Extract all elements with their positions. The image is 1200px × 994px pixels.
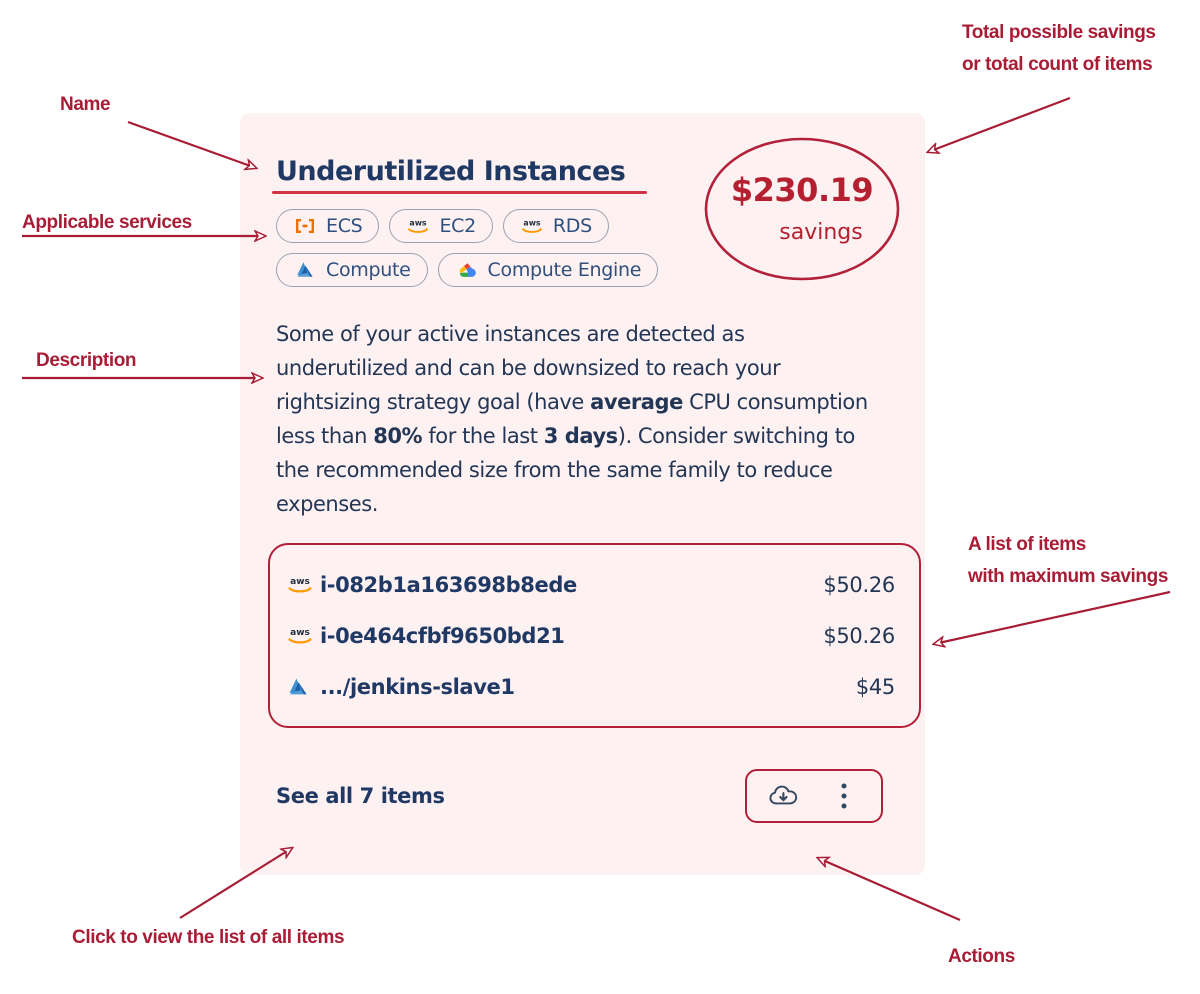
list-item-name: i-0e464cfbf9650bd21	[320, 623, 565, 648]
description-bold-average: average	[590, 390, 683, 414]
page-title-wrap: Underutilized Instances	[272, 156, 648, 194]
service-chip-label: Compute	[326, 259, 411, 281]
svg-text:aws: aws	[290, 628, 310, 638]
service-chip-ec2[interactable]: aws EC2	[389, 209, 493, 243]
description-part-3: for the last	[422, 424, 544, 448]
description-bold-period: 3 days	[543, 424, 618, 448]
annotation-label-total-line2: or total count of items	[962, 54, 1153, 75]
list-item[interactable]: .../jenkins-slave1 $45	[286, 661, 895, 712]
azure-icon	[293, 259, 317, 281]
card-actions	[745, 769, 883, 823]
description-bold-threshold: 80%	[373, 424, 423, 448]
list-item-value: $50.26	[823, 572, 895, 597]
annotation-label-name: Name	[60, 94, 111, 115]
see-all-items-link[interactable]: See all 7 items	[276, 784, 445, 808]
aws-ecs-icon	[293, 215, 317, 237]
list-item-value: $50.26	[823, 623, 895, 648]
savings-amount: $230.19	[730, 171, 874, 209]
items-list: aws i-082b1a163698b8ede $50.26 aws i-0e4…	[268, 543, 921, 728]
actions-border-annotation	[745, 769, 883, 823]
aws-icon: aws	[286, 574, 320, 595]
service-chip-label: EC2	[439, 215, 476, 237]
savings-ellipse-annotation	[704, 137, 900, 281]
service-chip-label: ECS	[326, 215, 363, 237]
google-cloud-icon	[455, 259, 479, 281]
annotation-label-services: Applicable services	[22, 212, 192, 233]
service-chip-label: Compute Engine	[487, 259, 642, 281]
applicable-services: ECS aws EC2 aws RDS Compute Compute Engi…	[276, 209, 746, 287]
list-item-value: $45	[855, 674, 895, 699]
service-chip-compute[interactable]: Compute	[276, 253, 428, 287]
cloud-download-icon[interactable]	[767, 779, 801, 813]
service-chip-compute-engine[interactable]: Compute Engine	[437, 253, 659, 287]
service-chip-label: RDS	[552, 215, 592, 237]
service-chip-ecs[interactable]: ECS	[276, 209, 380, 243]
service-chip-rds[interactable]: aws RDS	[502, 209, 609, 243]
annotation-label-list-line2: with maximum savings	[968, 566, 1169, 587]
azure-icon	[286, 676, 320, 698]
annotation-label-actions: Actions	[948, 946, 1015, 967]
annotation-label-click: Click to view the list of all items	[72, 927, 345, 948]
title-underline-annotation	[272, 191, 648, 194]
card-footer: See all 7 items	[276, 766, 889, 826]
annotation-label-description: Description	[36, 350, 137, 371]
savings-caption: savings	[779, 220, 863, 245]
list-item[interactable]: aws i-082b1a163698b8ede $50.26	[286, 559, 895, 610]
savings-badge: $230.19 savings	[702, 135, 902, 283]
aws-icon: aws	[406, 215, 430, 237]
page-title: Underutilized Instances	[276, 156, 626, 187]
aws-icon: aws	[520, 215, 544, 237]
svg-text:aws: aws	[410, 219, 428, 228]
list-item-name: .../jenkins-slave1	[320, 674, 515, 699]
description-text: Some of your active instances are detect…	[276, 317, 876, 521]
list-item-name: i-082b1a163698b8ede	[320, 572, 577, 597]
annotation-label-list-line1: A list of items	[968, 534, 1086, 555]
aws-icon: aws	[286, 625, 320, 646]
list-item[interactable]: aws i-0e464cfbf9650bd21 $50.26	[286, 610, 895, 661]
recommendation-card: Underutilized Instances $230.19 savings …	[240, 113, 925, 875]
svg-text:aws: aws	[523, 219, 541, 228]
more-vertical-icon[interactable]	[827, 779, 861, 813]
annotation-label-total-line1: Total possible savings	[962, 22, 1156, 43]
svg-text:aws: aws	[290, 577, 310, 587]
